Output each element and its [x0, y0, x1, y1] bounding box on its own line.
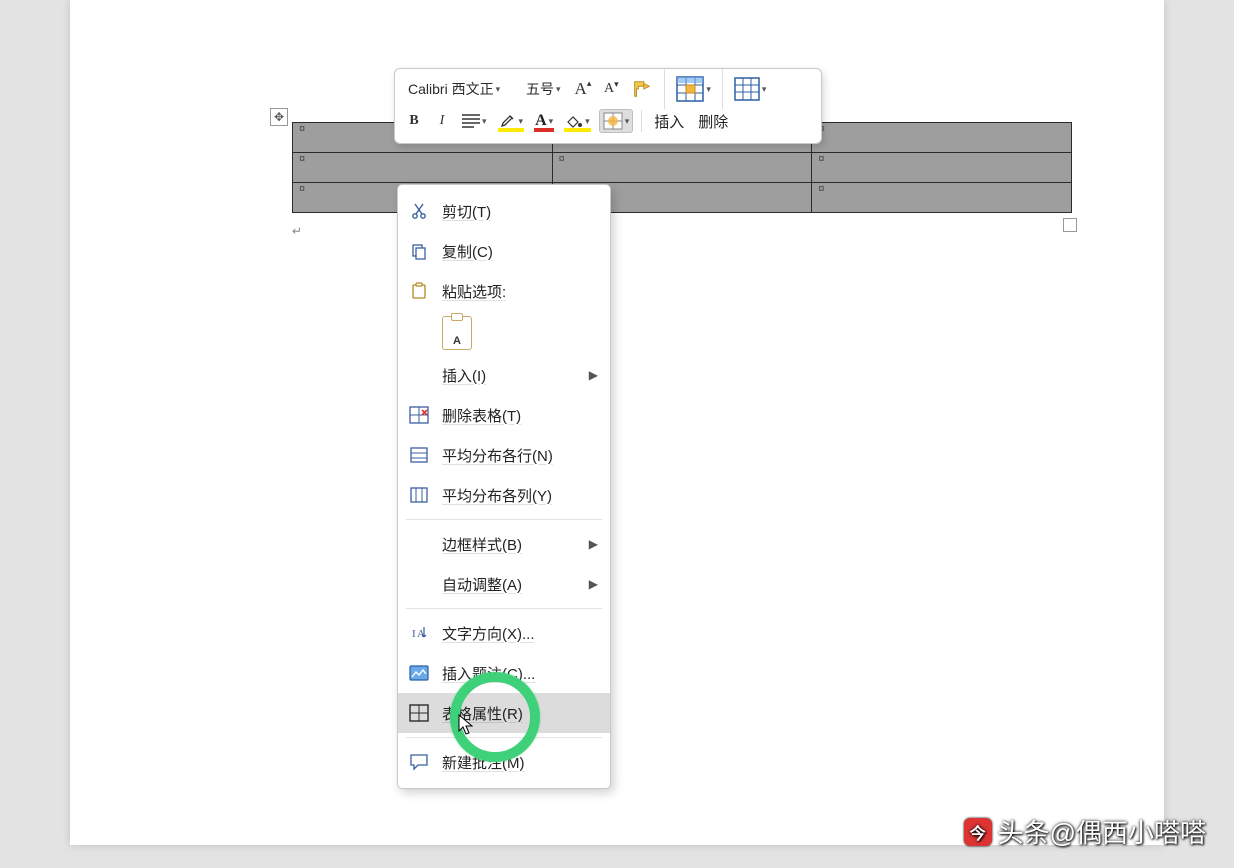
table-cell[interactable]: ¤ — [293, 153, 553, 183]
menu-label: 粘贴选项: — [442, 281, 598, 302]
table-cell[interactable]: ¤ — [552, 153, 812, 183]
menu-delete-table[interactable]: 删除表格(T) — [398, 395, 610, 435]
menu-distribute-cols[interactable]: 平均分布各列(Y) — [398, 475, 610, 515]
menu-copy[interactable]: 复制(C) — [398, 231, 610, 271]
paste-icon — [408, 280, 430, 302]
copy-icon — [408, 240, 430, 262]
menu-separator — [406, 608, 602, 609]
chevron-right-icon: ▶ — [589, 577, 598, 591]
separator — [722, 69, 723, 109]
table-resize-handle[interactable] — [1063, 218, 1077, 232]
menu-table-properties[interactable]: 表格属性(R) — [398, 693, 610, 733]
menu-label: 插入题注(C)... — [442, 663, 598, 684]
insert-menu-button[interactable]: 插入 — [650, 111, 688, 132]
chevron-down-icon: ▾ — [706, 84, 711, 95]
menu-paste-options: 粘贴选项: — [398, 271, 610, 311]
cell-shading-button[interactable]: ▾ — [599, 109, 634, 133]
table-cell[interactable]: ¤ — [812, 183, 1072, 213]
menu-label: 插入(I) — [442, 365, 577, 386]
table-move-handle[interactable]: ✥ — [270, 108, 288, 126]
menu-label: 平均分布各列(Y) — [442, 485, 598, 506]
comment-icon — [408, 751, 430, 773]
menu-label: 剪切(T) — [442, 201, 598, 222]
menu-label: 边框样式(B) — [442, 534, 577, 555]
chevron-down-icon: ▾ — [585, 116, 590, 127]
shrink-font-button[interactable]: A▾ — [600, 77, 622, 101]
menu-separator — [406, 519, 602, 520]
separator — [664, 69, 665, 109]
menu-label: 平均分布各行(N) — [442, 445, 598, 466]
delete-table-icon — [408, 404, 430, 426]
bold-button[interactable]: B — [403, 109, 425, 133]
table-row: ¤¤¤ — [293, 153, 1072, 183]
grow-font-button[interactable]: A▴ — [572, 77, 595, 101]
menu-insert[interactable]: 插入(I) ▶ — [398, 355, 610, 395]
align-button[interactable]: ▾ — [459, 109, 490, 133]
mini-toolbar: Calibri 西文正 ▾ 五号 ▾ A▴ A▾ — [394, 68, 822, 144]
insert-table-button[interactable]: ▾ — [673, 74, 714, 104]
highlight-button[interactable]: ▾ — [496, 109, 527, 133]
blank-icon — [408, 573, 430, 595]
shading-color-button[interactable]: ▾ — [562, 109, 593, 133]
font-size-value: 五号 — [526, 79, 554, 99]
svg-text:I: I — [412, 628, 416, 640]
watermark-logo-icon: 今 — [964, 818, 992, 846]
distribute-cols-icon — [408, 484, 430, 506]
chevron-down-icon: ▾ — [482, 116, 487, 127]
table-cell[interactable]: ¤ — [812, 153, 1072, 183]
menu-label: 删除表格(T) — [442, 405, 598, 426]
font-family-value: Calibri 西文正 — [408, 79, 494, 99]
watermark-text: 头条@偶西小嗒嗒 — [998, 813, 1206, 850]
blank-icon — [408, 364, 430, 386]
menu-border-styles[interactable]: 边框样式(B) ▶ — [398, 524, 610, 564]
chevron-down-icon: ▾ — [549, 116, 554, 127]
delete-menu-button[interactable]: 删除 — [694, 111, 732, 132]
table-cell[interactable]: ¤ — [812, 123, 1072, 153]
paste-keep-text-icon: A — [442, 316, 472, 350]
menu-label: 复制(C) — [442, 241, 598, 262]
chevron-right-icon: ▶ — [589, 537, 598, 551]
italic-button[interactable]: I — [431, 109, 453, 133]
blank-icon — [408, 533, 430, 555]
chevron-right-icon: ▶ — [589, 368, 598, 382]
caption-icon — [408, 662, 430, 684]
menu-text-direction[interactable]: IA 文字方向(X)... — [398, 613, 610, 653]
menu-insert-caption[interactable]: 插入题注(C)... — [398, 653, 610, 693]
menu-autofit[interactable]: 自动调整(A) ▶ — [398, 564, 610, 604]
watermark: 今 头条@偶西小嗒嗒 — [964, 813, 1206, 850]
font-family-selector[interactable]: Calibri 西文正 ▾ — [403, 77, 515, 101]
font-color-button[interactable]: A ▾ — [532, 109, 556, 133]
cut-icon — [408, 200, 430, 222]
menu-new-comment[interactable]: 新建批注(M) — [398, 742, 610, 782]
menu-separator — [406, 737, 602, 738]
chevron-down-icon: ▾ — [519, 116, 524, 127]
table-styles-button[interactable]: ▾ — [731, 74, 770, 104]
menu-label: 表格属性(R) — [442, 703, 598, 724]
chevron-down-icon: ▾ — [556, 84, 561, 95]
menu-label: 新建批注(M) — [442, 752, 598, 773]
font-size-selector[interactable]: 五号 ▾ — [521, 77, 566, 101]
distribute-rows-icon — [408, 444, 430, 466]
separator — [641, 110, 642, 132]
menu-distribute-rows[interactable]: 平均分布各行(N) — [398, 435, 610, 475]
chevron-down-icon: ▾ — [625, 116, 630, 127]
table-properties-icon — [408, 702, 430, 724]
format-painter-button[interactable] — [628, 77, 656, 101]
chevron-down-icon: ▾ — [762, 84, 767, 95]
menu-label: 自动调整(A) — [442, 574, 577, 595]
menu-label: 文字方向(X)... — [442, 623, 598, 644]
chevron-down-icon: ▾ — [496, 84, 501, 95]
text-direction-icon: IA — [408, 622, 430, 644]
document-page: ✥ ¤¤¤ ¤¤¤ ¤¤¤ ↵ Calibri 西文正 ▾ 五号 ▾ A▴ A▾ — [70, 0, 1164, 845]
paragraph-mark: ↵ — [292, 224, 302, 238]
context-menu: 剪切(T) 复制(C) 粘贴选项: A 插入(I) ▶ 删除表格(T) — [397, 184, 611, 789]
paste-option-keep-text[interactable]: A — [398, 311, 610, 355]
menu-cut[interactable]: 剪切(T) — [398, 191, 610, 231]
